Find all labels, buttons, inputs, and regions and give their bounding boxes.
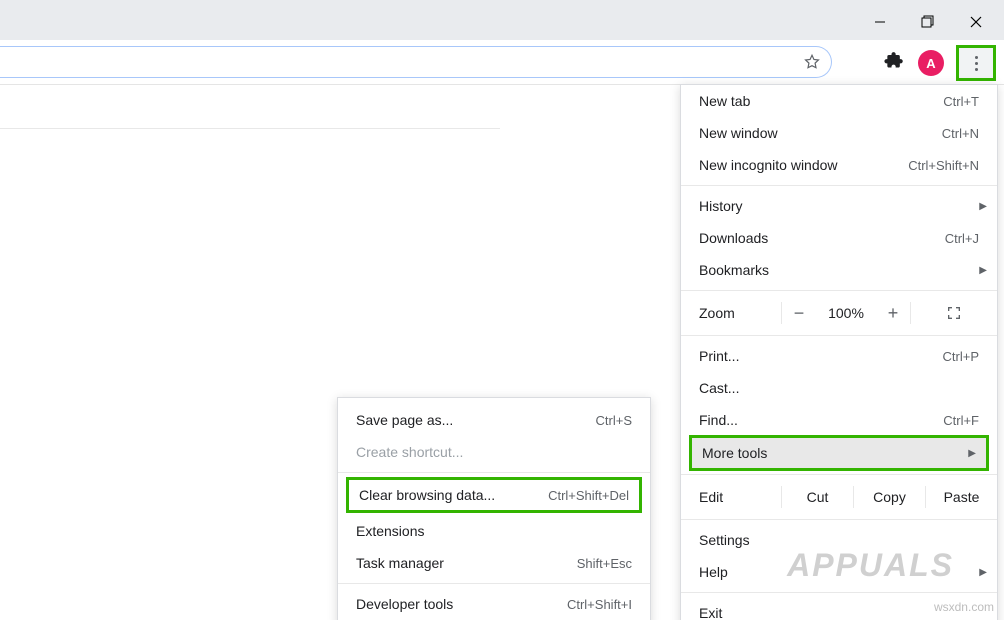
window-close-button[interactable] <box>956 8 996 36</box>
zoom-value: 100% <box>816 305 876 321</box>
fullscreen-icon <box>946 305 962 321</box>
menu-settings[interactable]: Settings <box>681 524 997 556</box>
menu-separator <box>681 519 997 520</box>
menu-item-shortcut: Ctrl+Shift+I <box>567 597 632 612</box>
maximize-icon <box>921 15 935 29</box>
zoom-label: Zoom <box>681 305 781 321</box>
menu-separator <box>338 583 650 584</box>
menu-history[interactable]: History ▶ <box>681 190 997 222</box>
menu-item-shortcut: Ctrl+Shift+N <box>908 158 979 173</box>
menu-item-label: Bookmarks <box>699 262 979 278</box>
menu-item-label: Cast... <box>699 380 979 396</box>
customize-menu-button[interactable] <box>964 51 988 75</box>
fullscreen-button[interactable] <box>911 305 997 321</box>
extensions-icon[interactable] <box>884 50 904 70</box>
edit-paste-button[interactable]: Paste <box>926 489 997 505</box>
submenu-extensions[interactable]: Extensions <box>338 515 650 547</box>
zoom-out-button[interactable]: − <box>782 303 816 324</box>
submenu-developer-tools[interactable]: Developer tools Ctrl+Shift+I <box>338 588 650 620</box>
menu-item-label: More tools <box>702 445 976 461</box>
menu-new-window[interactable]: New window Ctrl+N <box>681 117 997 149</box>
menu-item-label: Create shortcut... <box>356 444 632 460</box>
menu-item-label: History <box>699 198 979 214</box>
menu-separator <box>338 472 650 473</box>
menu-cast[interactable]: Cast... <box>681 372 997 404</box>
menu-item-shortcut: Ctrl+F <box>943 413 979 428</box>
menu-item-label: New tab <box>699 93 943 109</box>
submenu-arrow-icon: ▶ <box>979 265 987 276</box>
menu-zoom-row: Zoom − 100% + <box>681 295 997 331</box>
menu-item-shortcut: Ctrl+P <box>943 349 979 364</box>
edit-cut-button[interactable]: Cut <box>782 489 853 505</box>
submenu-save-page[interactable]: Save page as... Ctrl+S <box>338 404 650 436</box>
bookmark-star-icon[interactable] <box>803 53 821 71</box>
minimize-icon <box>874 16 886 28</box>
more-tools-submenu: Save page as... Ctrl+S Create shortcut..… <box>337 397 651 620</box>
menu-separator <box>681 474 997 475</box>
menu-separator <box>681 290 997 291</box>
address-bar[interactable] <box>0 46 832 78</box>
window-maximize-button[interactable] <box>908 8 948 36</box>
edit-label: Edit <box>681 489 781 505</box>
submenu-arrow-icon: ▶ <box>979 201 987 212</box>
menu-item-label: Clear browsing data... <box>359 487 548 503</box>
menu-item-shortcut: Ctrl+N <box>942 126 979 141</box>
submenu-task-manager[interactable]: Task manager Shift+Esc <box>338 547 650 579</box>
more-tools-highlight: More tools ▶ <box>689 435 989 471</box>
browser-main-menu: New tab Ctrl+T New window Ctrl+N New inc… <box>680 84 998 620</box>
submenu-clear-browsing-data[interactable]: Clear browsing data... Ctrl+Shift+Del <box>349 480 639 510</box>
menu-bookmarks[interactable]: Bookmarks ▶ <box>681 254 997 286</box>
browser-toolbar: A <box>0 40 1004 85</box>
menu-help[interactable]: Help ▶ <box>681 556 997 588</box>
window-minimize-button[interactable] <box>860 8 900 36</box>
profile-avatar[interactable]: A <box>918 50 944 76</box>
menu-more-tools[interactable]: More tools ▶ <box>692 438 986 468</box>
edit-copy-button[interactable]: Copy <box>854 489 925 505</box>
window-titlebar <box>0 0 1004 40</box>
menu-item-shortcut: Ctrl+J <box>945 231 979 246</box>
menu-item-label: Save page as... <box>356 412 596 428</box>
customize-menu-highlight <box>956 45 996 81</box>
menu-find[interactable]: Find... Ctrl+F <box>681 404 997 436</box>
menu-separator <box>681 185 997 186</box>
menu-item-shortcut: Ctrl+S <box>596 413 632 428</box>
menu-item-label: Help <box>699 564 979 580</box>
menu-item-label: Extensions <box>356 523 632 539</box>
menu-item-shortcut: Shift+Esc <box>577 556 632 571</box>
menu-print[interactable]: Print... Ctrl+P <box>681 340 997 372</box>
submenu-arrow-icon: ▶ <box>979 567 987 578</box>
watermark-site: wsxdn.com <box>934 600 994 614</box>
menu-item-label: New window <box>699 125 942 141</box>
menu-edit-row: Edit Cut Copy Paste <box>681 479 997 515</box>
close-icon <box>970 16 982 28</box>
avatar-letter: A <box>926 56 935 71</box>
page-divider <box>0 128 500 129</box>
zoom-in-button[interactable]: + <box>876 303 910 324</box>
vertical-dots-icon <box>975 56 978 59</box>
menu-item-label: Print... <box>699 348 943 364</box>
menu-item-label: Settings <box>699 532 979 548</box>
submenu-create-shortcut[interactable]: Create shortcut... <box>338 436 650 468</box>
menu-new-tab[interactable]: New tab Ctrl+T <box>681 85 997 117</box>
menu-new-incognito[interactable]: New incognito window Ctrl+Shift+N <box>681 149 997 181</box>
menu-separator <box>681 335 997 336</box>
menu-item-label: Downloads <box>699 230 945 246</box>
menu-separator <box>681 592 997 593</box>
menu-item-label: Find... <box>699 412 943 428</box>
clear-browsing-data-highlight: Clear browsing data... Ctrl+Shift+Del <box>346 477 642 513</box>
menu-item-label: Developer tools <box>356 596 567 612</box>
menu-item-label: Task manager <box>356 555 577 571</box>
menu-item-label: New incognito window <box>699 157 908 173</box>
menu-item-shortcut: Ctrl+T <box>943 94 979 109</box>
menu-item-shortcut: Ctrl+Shift+Del <box>548 488 629 503</box>
submenu-arrow-icon: ▶ <box>968 448 976 459</box>
menu-downloads[interactable]: Downloads Ctrl+J <box>681 222 997 254</box>
